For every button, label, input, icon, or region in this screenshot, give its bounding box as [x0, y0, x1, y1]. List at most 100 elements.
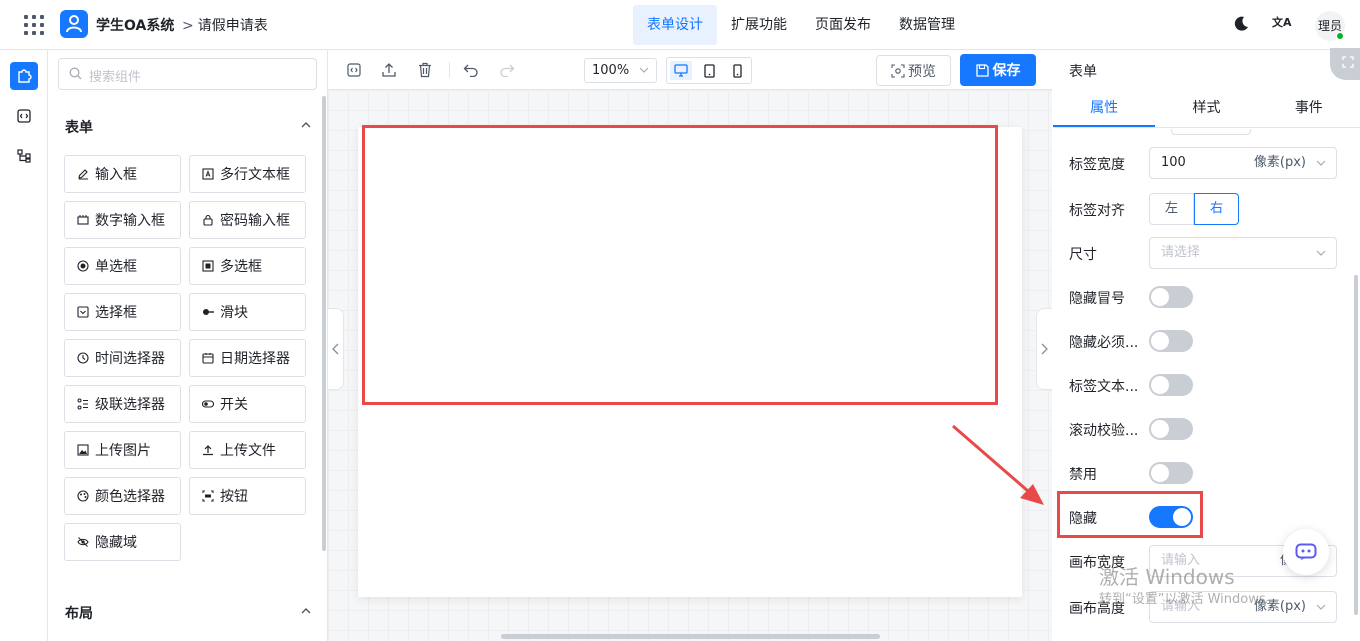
tab-style[interactable]: 样式: [1155, 88, 1257, 127]
component-radio[interactable]: 单选框: [64, 247, 181, 285]
clock-icon: [77, 352, 89, 364]
toggle-icon: [202, 398, 214, 410]
translate-icon[interactable]: 文A: [1272, 14, 1292, 30]
tab-extensions[interactable]: 扩展功能: [717, 5, 801, 45]
button-icon: [202, 490, 214, 502]
component-date-picker[interactable]: 日期选择器: [189, 339, 306, 377]
chevron-down-icon: [639, 67, 649, 73]
hide-colon-label: 隐藏冒号: [1069, 291, 1125, 307]
mobile-icon[interactable]: [726, 61, 748, 80]
online-status-dot: [1336, 32, 1344, 40]
switch-knob: [1151, 420, 1169, 438]
hide-colon-switch[interactable]: [1149, 286, 1193, 308]
component-label: 滑块: [220, 305, 248, 321]
properties-tabs: 属性 样式 事件: [1053, 88, 1360, 128]
select-icon: [77, 306, 89, 318]
tab-events[interactable]: 事件: [1258, 88, 1360, 127]
save-button[interactable]: 保存: [960, 54, 1036, 86]
align-left-option[interactable]: 左: [1149, 193, 1194, 225]
cascader-icon: [77, 398, 89, 410]
component-label: 上传文件: [220, 443, 276, 459]
component-cascader[interactable]: 级联选择器: [64, 385, 181, 423]
size-label: 尺寸: [1069, 247, 1097, 263]
canvas-horizontal-scrollbar[interactable]: [501, 634, 880, 639]
component-upload-file[interactable]: 上传文件: [189, 431, 306, 469]
component-label: 多选框: [220, 259, 262, 275]
switch-knob: [1151, 376, 1169, 394]
desktop-icon[interactable]: [670, 61, 692, 80]
collapse-right-handle[interactable]: [1036, 308, 1052, 390]
scroll-validate-switch[interactable]: [1149, 418, 1193, 440]
component-textarea[interactable]: 多行文本框: [189, 155, 306, 193]
toolbar-divider: [449, 62, 450, 78]
tab-data-management[interactable]: 数据管理: [885, 5, 969, 45]
rail-structure-button[interactable]: [10, 142, 38, 170]
chevron-up-icon[interactable]: [301, 120, 311, 130]
label-width-label: 标签宽度: [1069, 157, 1125, 173]
group-title-layout[interactable]: 布局: [65, 603, 93, 623]
components-scrollbar[interactable]: [322, 96, 326, 551]
export-icon[interactable]: [380, 61, 398, 79]
group-title-form[interactable]: 表单: [65, 117, 93, 137]
hide-required-switch[interactable]: [1149, 330, 1193, 352]
apps-grid-icon[interactable]: [24, 15, 44, 35]
properties-scrollbar[interactable]: [1354, 275, 1358, 615]
rail-components-button[interactable]: [10, 62, 38, 90]
scrolled-field-edge: [1171, 129, 1251, 135]
save-icon: [975, 63, 989, 77]
nav-tabs: 表单设计 扩展功能 页面发布 数据管理: [633, 5, 969, 45]
component-checkbox[interactable]: 多选框: [189, 247, 306, 285]
rail-code-button[interactable]: [10, 102, 38, 130]
component-label: 隐藏域: [95, 535, 137, 551]
dark-mode-moon-icon[interactable]: [1232, 15, 1250, 33]
component-label: 开关: [220, 397, 248, 413]
component-color-picker[interactable]: 颜色选择器: [64, 477, 181, 515]
component-input[interactable]: 输入框: [64, 155, 181, 193]
collapse-left-handle[interactable]: [328, 308, 344, 390]
component-password-input[interactable]: 密码输入框: [189, 201, 306, 239]
zoom-select[interactable]: 100%: [584, 58, 657, 83]
chevron-up-icon[interactable]: [301, 606, 311, 616]
device-switcher: [666, 57, 752, 84]
annotation-arrow: [952, 424, 1044, 505]
label-text-switch[interactable]: [1149, 374, 1193, 396]
disabled-switch[interactable]: [1149, 462, 1193, 484]
undo-icon[interactable]: [462, 61, 480, 79]
component-slider[interactable]: 滑块: [189, 293, 306, 331]
redo-icon[interactable]: [498, 61, 516, 79]
chatbot-button[interactable]: [1283, 529, 1329, 575]
component-switch[interactable]: 开关: [189, 385, 306, 423]
tab-form-design[interactable]: 表单设计: [633, 5, 717, 45]
align-right-option[interactable]: 右: [1194, 193, 1239, 225]
size-select[interactable]: 请选择: [1149, 237, 1337, 269]
lock-icon: [202, 214, 214, 226]
label-width-field[interactable]: 100 像素(px): [1149, 147, 1337, 179]
switch-knob: [1151, 288, 1169, 306]
trash-icon[interactable]: [416, 61, 434, 79]
component-select[interactable]: 选择框: [64, 293, 181, 331]
chevron-down-icon: [1316, 250, 1326, 256]
tablet-icon[interactable]: [698, 61, 720, 80]
preview-button[interactable]: 预览: [876, 55, 951, 86]
component-time-picker[interactable]: 时间选择器: [64, 339, 181, 377]
code-icon[interactable]: [345, 61, 363, 79]
search-input[interactable]: 搜索组件: [58, 58, 317, 90]
label-text-label: 标签文本...: [1069, 379, 1139, 395]
component-button[interactable]: 按钮: [189, 477, 306, 515]
components-panel: 搜索组件 表单 输入框 多行文本框 数字输入框 密码输入框 单选框 多选框 选择…: [48, 50, 328, 641]
component-upload-image[interactable]: 上传图片: [64, 431, 181, 469]
chevron-right-icon: [1041, 343, 1048, 355]
component-number-input[interactable]: 数字输入框: [64, 201, 181, 239]
code-box-icon: [17, 109, 31, 123]
component-hidden-field[interactable]: 隐藏域: [64, 523, 181, 561]
avatar[interactable]: 理员: [1315, 11, 1345, 41]
scroll-validate-label: 滚动校验...: [1069, 423, 1139, 439]
breadcrumb[interactable]: > 请假申请表: [182, 15, 268, 35]
tab-attributes[interactable]: 属性: [1053, 88, 1156, 127]
hide-required-label: 隐藏必须...: [1069, 335, 1139, 351]
fullscreen-button[interactable]: [1330, 48, 1360, 80]
save-label: 保存: [992, 63, 1021, 79]
component-label: 级联选择器: [95, 397, 165, 413]
highlight-box-hidden-switch: [1057, 491, 1203, 538]
tab-publish[interactable]: 页面发布: [801, 5, 885, 45]
